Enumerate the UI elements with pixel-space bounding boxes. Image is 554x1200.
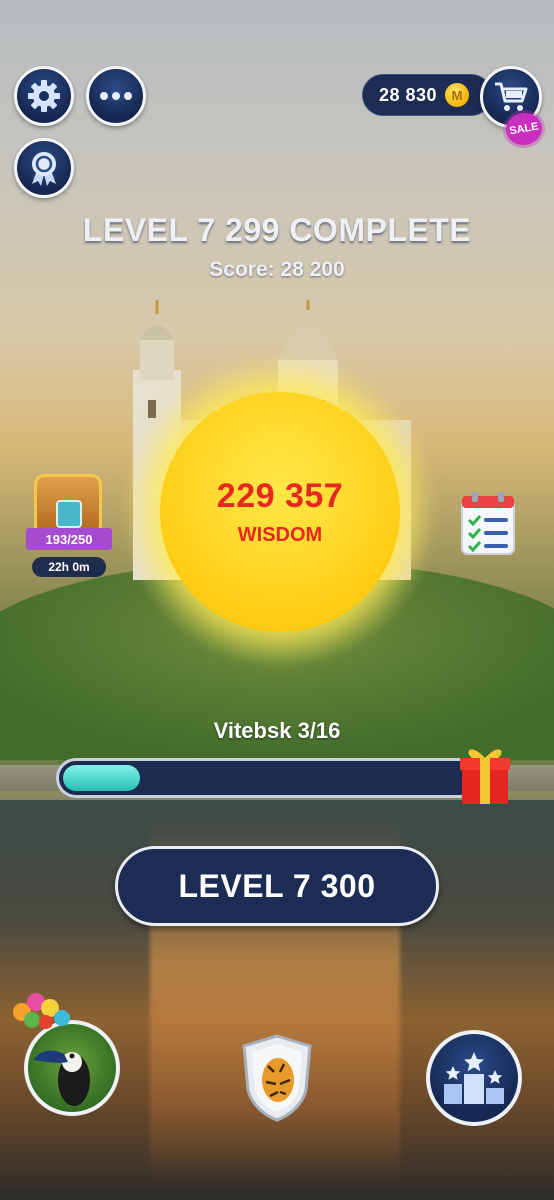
ribbon-medal-icon bbox=[32, 152, 56, 186]
gift-box-icon[interactable] bbox=[458, 740, 512, 806]
task-checklist-icon[interactable] bbox=[458, 490, 518, 556]
wisdom-value: 229 357 bbox=[216, 477, 344, 515]
chest-timer: 22h 0m bbox=[32, 557, 106, 577]
flower-bouquet-icon bbox=[13, 993, 70, 1029]
city-progress-fill bbox=[63, 765, 140, 791]
toucan-icon bbox=[34, 1050, 90, 1106]
podium-stars-icon bbox=[444, 1052, 504, 1104]
more-options-button[interactable] bbox=[86, 66, 146, 126]
achievements-button[interactable] bbox=[14, 138, 74, 198]
level-complete-title: LEVEL 7 299 COMPLETE bbox=[82, 212, 472, 248]
chest-progress: 193/250 bbox=[26, 528, 112, 550]
score-text: Score: 28 200 bbox=[209, 258, 345, 281]
chest-lock-icon bbox=[56, 500, 82, 528]
collection-button[interactable] bbox=[24, 1020, 120, 1116]
coin-icon: M bbox=[445, 83, 470, 107]
coin-count: 28 830 bbox=[379, 84, 438, 105]
leaderboard-button[interactable] bbox=[426, 1030, 522, 1126]
next-level-label: LEVEL 7 300 bbox=[178, 867, 376, 904]
next-level-button[interactable]: LEVEL 7 300 bbox=[115, 846, 439, 926]
tiger-shield-icon[interactable] bbox=[240, 1034, 314, 1122]
wisdom-sun: 229 357 WISDOM bbox=[160, 392, 400, 632]
coin-balance[interactable]: 28 830 M bbox=[362, 74, 492, 116]
game-screen: 28 830 M SALE LEVEL 7 299 COMPLETE Score… bbox=[0, 0, 554, 1200]
shopping-cart-icon bbox=[495, 82, 528, 111]
settings-button[interactable] bbox=[14, 66, 74, 126]
gear-icon bbox=[28, 80, 60, 112]
wisdom-label: WISDOM bbox=[237, 524, 323, 546]
more-dots-icon bbox=[100, 92, 132, 100]
city-progress-bar bbox=[56, 758, 480, 798]
